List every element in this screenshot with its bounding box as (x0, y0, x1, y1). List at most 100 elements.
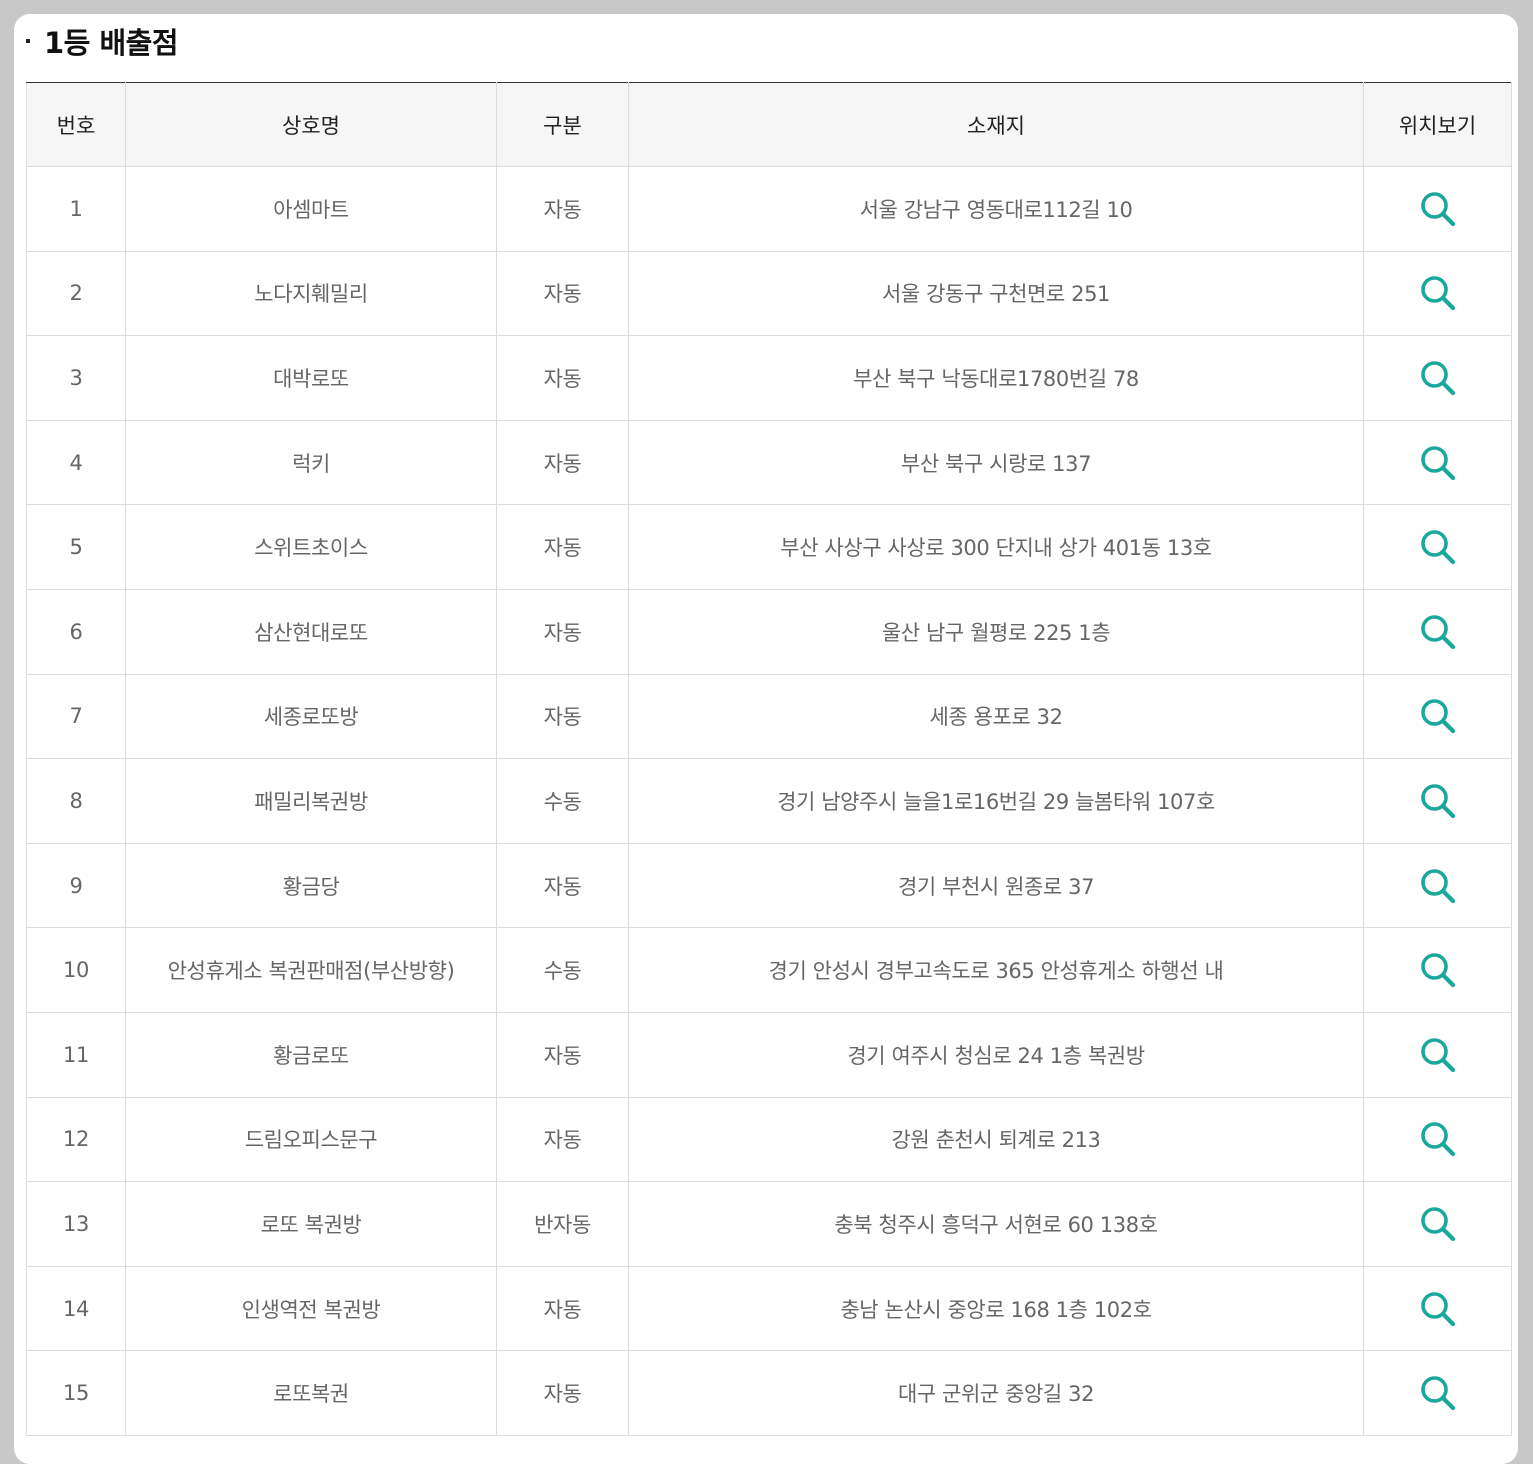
cell-address: 강원 춘천시 퇴계로 213 (628, 1096, 1364, 1183)
table-row: 13 로또 복권방 반자동 충북 청주시 흥덕구 서현로 60 138호 (26, 1181, 1512, 1267)
view-location-button[interactable] (1419, 697, 1457, 735)
cell-location (1363, 335, 1512, 421)
cell-store-name: 럭키 (125, 419, 497, 506)
view-location-button[interactable] (1419, 444, 1457, 482)
cell-type: 수동 (496, 927, 629, 1013)
table-row: 6 삼산현대로또 자동 울산 남구 월평로 225 1층 (26, 588, 1512, 675)
search-icon (1420, 614, 1455, 649)
search-icon (1420, 1207, 1455, 1242)
cell-type: 자동 (496, 1011, 629, 1098)
table-row: 12 드림오피스문구 자동 강원 춘천시 퇴계로 213 (26, 1096, 1512, 1183)
view-location-button[interactable] (1419, 359, 1457, 397)
cell-type: 자동 (496, 842, 629, 929)
cell-location (1363, 673, 1512, 760)
cell-no: 12 (26, 1096, 126, 1183)
table-body: 1 아셈마트 자동 서울 강남구 영동대로112길 10 2 노다지훼밀리 자동… (26, 166, 1512, 1436)
cell-store-name: 황금로또 (125, 1011, 497, 1098)
table-row: 9 황금당 자동 경기 부천시 원종로 37 (26, 842, 1512, 929)
search-icon (1420, 699, 1455, 734)
cell-no: 8 (26, 758, 126, 844)
table-row: 4 럭키 자동 부산 북구 시랑로 137 (26, 419, 1512, 506)
view-location-button[interactable] (1419, 1374, 1457, 1412)
view-location-button[interactable] (1419, 190, 1457, 228)
search-icon (1420, 1122, 1455, 1157)
header-type: 구분 (496, 82, 629, 167)
search-icon (1420, 868, 1455, 903)
header-address: 소재지 (628, 82, 1364, 167)
winning-stores-table: 번호 상호명 구분 소재지 위치보기 1 아셈마트 자동 서울 강남구 영동대로… (26, 82, 1512, 1436)
cell-type: 수동 (496, 758, 629, 844)
view-location-button[interactable] (1419, 1036, 1457, 1074)
cell-location (1363, 419, 1512, 506)
cell-no: 9 (26, 842, 126, 929)
cell-no: 6 (26, 588, 126, 675)
view-location-button[interactable] (1419, 867, 1457, 905)
table-row: 8 패밀리복권방 수동 경기 남양주시 늘을1로16번길 29 늘봄타워 107… (26, 758, 1512, 844)
cell-location (1363, 250, 1512, 337)
cell-type: 자동 (496, 1265, 629, 1352)
cell-no: 1 (26, 166, 126, 252)
search-icon (1420, 953, 1455, 988)
cell-address: 부산 북구 낙동대로1780번길 78 (628, 335, 1364, 421)
cell-store-name: 노다지훼밀리 (125, 250, 497, 337)
cell-no: 7 (26, 673, 126, 760)
cell-type: 자동 (496, 250, 629, 337)
cell-no: 13 (26, 1181, 126, 1267)
table-header-row: 번호 상호명 구분 소재지 위치보기 (26, 82, 1512, 167)
cell-store-name: 안성휴게소 복권판매점(부산방향) (125, 927, 497, 1013)
cell-store-name: 세종로또방 (125, 673, 497, 760)
cell-store-name: 인생역전 복권방 (125, 1265, 497, 1352)
cell-store-name: 로또 복권방 (125, 1181, 497, 1267)
table-row: 1 아셈마트 자동 서울 강남구 영동대로112길 10 (26, 166, 1512, 252)
cell-address: 서울 강남구 영동대로112길 10 (628, 166, 1364, 252)
header-no: 번호 (26, 82, 126, 167)
search-icon (1420, 361, 1455, 396)
cell-store-name: 대박로또 (125, 335, 497, 421)
cell-type: 자동 (496, 504, 629, 590)
cell-address: 서울 강동구 구천면로 251 (628, 250, 1364, 337)
search-icon (1420, 191, 1455, 226)
cell-type: 자동 (496, 588, 629, 675)
search-icon (1420, 1291, 1455, 1326)
view-location-button[interactable] (1419, 528, 1457, 566)
cell-store-name: 아셈마트 (125, 166, 497, 252)
view-location-button[interactable] (1419, 1205, 1457, 1243)
view-location-button[interactable] (1419, 613, 1457, 651)
table-row: 7 세종로또방 자동 세종 용포로 32 (26, 673, 1512, 760)
cell-no: 11 (26, 1011, 126, 1098)
search-icon (1420, 445, 1455, 480)
cell-address: 경기 남양주시 늘을1로16번길 29 늘봄타워 107호 (628, 758, 1364, 844)
search-icon (1420, 1376, 1455, 1411)
table-row: 10 안성휴게소 복권판매점(부산방향) 수동 경기 안성시 경부고속도로 36… (26, 927, 1512, 1013)
section-header: 1등 배출점 (26, 14, 179, 82)
cell-address: 부산 사상구 사상로 300 단지내 상가 401동 13호 (628, 504, 1364, 590)
table-row: 2 노다지훼밀리 자동 서울 강동구 구천면로 251 (26, 250, 1512, 337)
search-icon (1420, 276, 1455, 311)
cell-location (1363, 1265, 1512, 1352)
cell-location (1363, 1011, 1512, 1098)
cell-no: 3 (26, 335, 126, 421)
cell-type: 자동 (496, 673, 629, 760)
cell-no: 5 (26, 504, 126, 590)
cell-address: 울산 남구 월평로 225 1층 (628, 588, 1364, 675)
cell-address: 경기 안성시 경부고속도로 365 안성휴게소 하행선 내 (628, 927, 1364, 1013)
view-location-button[interactable] (1419, 951, 1457, 989)
cell-location (1363, 1350, 1512, 1436)
cell-address: 경기 여주시 청심로 24 1층 복권방 (628, 1011, 1364, 1098)
section-title: 1등 배출점 (44, 26, 179, 60)
view-location-button[interactable] (1419, 274, 1457, 312)
cell-type: 자동 (496, 166, 629, 252)
cell-type: 자동 (496, 419, 629, 506)
view-location-button[interactable] (1419, 782, 1457, 820)
table-row: 11 황금로또 자동 경기 여주시 청심로 24 1층 복권방 (26, 1011, 1512, 1098)
table-row: 3 대박로또 자동 부산 북구 낙동대로1780번길 78 (26, 335, 1512, 421)
cell-no: 10 (26, 927, 126, 1013)
search-icon (1420, 784, 1455, 819)
view-location-button[interactable] (1419, 1120, 1457, 1158)
cell-no: 4 (26, 419, 126, 506)
title-bullet (26, 39, 30, 43)
cell-location (1363, 842, 1512, 929)
view-location-button[interactable] (1419, 1290, 1457, 1328)
winning-stores-panel: 1등 배출점 번호 상호명 구분 소재지 위치보기 1 아셈마트 자동 서울 강… (14, 14, 1518, 1464)
cell-store-name: 스위트초이스 (125, 504, 497, 590)
